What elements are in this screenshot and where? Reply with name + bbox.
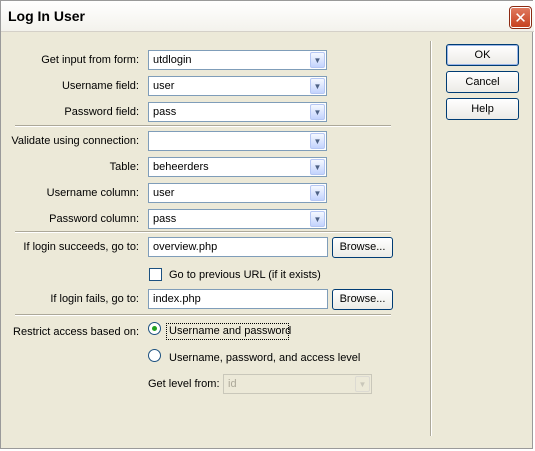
cancel-button[interactable]: Cancel <box>446 71 519 93</box>
fail-browse-button[interactable]: Browse... <box>332 289 393 310</box>
get-level-from-label: Get level from: <box>148 378 220 390</box>
restrict-username-password-label: Username and password <box>169 325 292 337</box>
get-input-label: Get input from form: <box>41 54 139 66</box>
get-input-select[interactable]: utdlogin ▼ <box>148 50 327 70</box>
success-browse-button[interactable]: Browse... <box>332 237 393 258</box>
vertical-separator <box>430 41 432 436</box>
title-bar: Log In User ✕ <box>1 1 534 32</box>
ok-button[interactable]: OK <box>446 44 519 66</box>
previous-url-checkbox[interactable] <box>149 268 162 281</box>
separator <box>15 125 391 127</box>
restrict-username-password-radio[interactable] <box>148 322 161 335</box>
validate-connection-label: Validate using connection: <box>11 135 139 147</box>
password-field-value: pass <box>153 106 177 118</box>
restrict-access-level-radio[interactable] <box>148 349 161 362</box>
restrict-access-level-label: Username, password, and access level <box>169 352 361 364</box>
separator <box>15 314 391 316</box>
username-field-label: Username field: <box>61 80 139 92</box>
username-field-select[interactable]: user ▼ <box>148 76 327 96</box>
chevron-down-icon: ▼ <box>310 211 325 227</box>
username-column-label: Username column: <box>46 187 139 199</box>
chevron-down-icon: ▼ <box>310 104 325 120</box>
get-level-from-value: id <box>228 378 237 390</box>
close-button[interactable]: ✕ <box>509 6 532 29</box>
username-field-value: user <box>153 80 175 92</box>
success-redirect-value: overview.php <box>153 241 218 253</box>
previous-url-label: Go to previous URL (if it exists) <box>169 269 321 281</box>
window-title: Log In User <box>8 8 86 24</box>
chevron-down-icon: ▼ <box>355 376 370 392</box>
username-column-value: user <box>153 187 175 199</box>
table-value: beheerders <box>153 161 209 173</box>
password-column-value: pass <box>153 213 177 225</box>
validate-connection-select[interactable]: ▼ <box>148 131 327 151</box>
fail-redirect-label: If login fails, go to: <box>50 293 139 305</box>
chevron-down-icon: ▼ <box>310 133 325 149</box>
get-level-from-select[interactable]: id ▼ <box>223 374 372 394</box>
password-field-label: Password field: <box>64 106 139 118</box>
log-in-user-dialog: Log In User ✕ Get input from form: utdlo… <box>0 0 534 449</box>
table-label: Table: <box>109 161 139 173</box>
chevron-down-icon: ▼ <box>310 52 325 68</box>
table-select[interactable]: beheerders ▼ <box>148 157 327 177</box>
help-button[interactable]: Help <box>446 98 519 120</box>
close-icon: ✕ <box>514 9 527 27</box>
password-column-label: Password column: <box>49 213 139 225</box>
separator <box>15 231 391 233</box>
success-redirect-input[interactable]: overview.php <box>148 237 328 257</box>
password-column-select[interactable]: pass ▼ <box>148 209 327 229</box>
password-field-select[interactable]: pass ▼ <box>148 102 327 122</box>
fail-redirect-input[interactable]: index.php <box>148 289 328 309</box>
fail-redirect-value: index.php <box>153 293 201 305</box>
restrict-access-label: Restrict access based on: <box>13 326 139 338</box>
get-input-value: utdlogin <box>153 54 192 66</box>
radio-selected-dot <box>152 326 157 331</box>
chevron-down-icon: ▼ <box>310 185 325 201</box>
chevron-down-icon: ▼ <box>310 159 325 175</box>
success-redirect-label: If login succeeds, go to: <box>23 241 139 253</box>
username-column-select[interactable]: user ▼ <box>148 183 327 203</box>
chevron-down-icon: ▼ <box>310 78 325 94</box>
